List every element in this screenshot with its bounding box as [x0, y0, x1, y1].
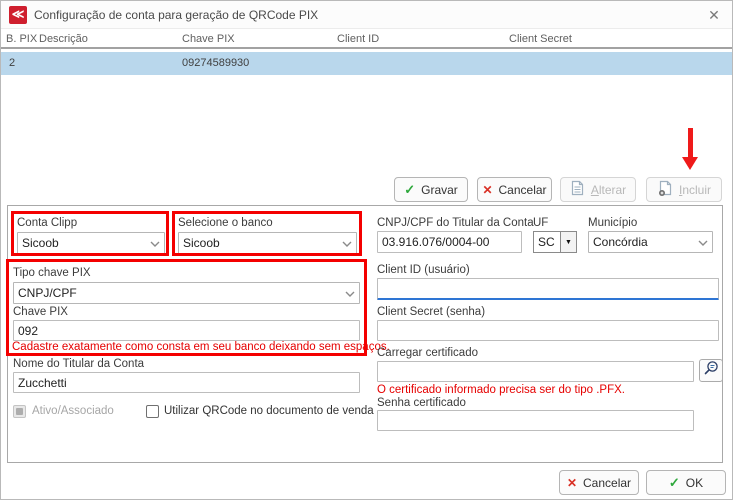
pix-config-dialog: ≪ Configuração de conta para geração de … — [0, 0, 733, 500]
client-secret-label: Client Secret (senha) — [377, 306, 485, 318]
chevron-down-icon — [698, 235, 708, 249]
cert-warning-text: O certificado informado precisa ser do t… — [377, 384, 625, 396]
uf-label: UF — [533, 217, 548, 229]
client-secret-input[interactable] — [377, 320, 719, 341]
cell-b-pix: 2 — [9, 57, 15, 69]
municipio-label: Município — [588, 217, 637, 229]
footer-cancelar-button[interactable]: ✕ Cancelar — [559, 470, 639, 495]
document-icon — [570, 180, 585, 199]
browse-certificado-button[interactable] — [699, 359, 723, 382]
document-add-icon — [657, 180, 673, 200]
ativo-checkbox — [13, 405, 26, 418]
senha-cert-label: Senha certificado — [377, 397, 466, 409]
col-client-id[interactable]: Client ID — [337, 33, 379, 45]
gravar-button[interactable]: ✓ Gravar — [394, 177, 468, 202]
col-b-pix[interactable]: B. PIX — [6, 33, 37, 45]
cell-chave-pix: 09274589930 — [182, 57, 249, 69]
incluir-button[interactable]: Incluir — [646, 177, 722, 202]
uf-combo[interactable]: SC ▼ — [533, 231, 577, 253]
chave-pix-input[interactable] — [13, 320, 360, 341]
col-chave-pix[interactable]: Chave PIX — [182, 33, 235, 45]
qrcode-venda-checkbox[interactable] — [146, 405, 159, 418]
qrcode-venda-label: Utilizar QRCode no documento de venda — [164, 405, 374, 417]
incluir-label: Incluir — [679, 183, 711, 197]
cnpj-input[interactable] — [377, 231, 522, 253]
close-icon[interactable]: ✕ — [704, 5, 724, 25]
cnpj-label: CNPJ/CPF do Titular da Conta — [377, 217, 534, 229]
alterar-label: Alterar — [591, 183, 626, 197]
ok-button[interactable]: ✓ OK — [646, 470, 726, 495]
client-id-input[interactable] — [377, 278, 719, 300]
municipio-select[interactable]: Concórdia — [588, 231, 713, 253]
chave-pix-label: Chave PIX — [13, 306, 68, 318]
nome-titular-label: Nome do Titular da Conta — [13, 358, 144, 370]
title-bar: ≪ Configuração de conta para geração de … — [1, 1, 732, 29]
tipo-chave-select[interactable]: CNPJ/CPF — [13, 282, 360, 304]
dialog-title: Configuração de conta para geração de QR… — [34, 1, 318, 29]
x-icon: ✕ — [482, 183, 492, 197]
footer-cancelar-label: Cancelar — [583, 476, 631, 490]
check-icon: ✓ — [404, 182, 415, 198]
chevron-down-icon — [150, 236, 160, 250]
certificado-label: Carregar certificado — [377, 347, 478, 359]
tipo-chave-label: Tipo chave PIX — [13, 267, 91, 279]
ok-label: OK — [686, 476, 703, 490]
cancelar-button[interactable]: ✕ Cancelar — [477, 177, 552, 202]
check-icon: ✓ — [669, 475, 680, 491]
nome-titular-input[interactable] — [13, 372, 360, 393]
grid-header: B. PIX Descrição Chave PIX Client ID Cli… — [1, 31, 732, 49]
banco-select[interactable]: Sicoob — [178, 232, 357, 254]
chevron-down-icon — [345, 286, 355, 300]
chave-warning-text: Cadastre exatamente como consta em seu b… — [12, 341, 390, 353]
magnifier-icon — [703, 360, 719, 381]
conta-clipp-select[interactable]: Sicoob — [17, 232, 165, 254]
cancelar-label: Cancelar — [499, 183, 547, 197]
client-id-label: Client ID (usuário) — [377, 264, 470, 276]
senha-cert-input[interactable] — [377, 410, 694, 431]
app-logo-icon: ≪ — [9, 6, 27, 24]
table-row-selected[interactable]: 2 09274589930 — [1, 52, 732, 75]
conta-clipp-label: Conta Clipp — [17, 217, 77, 229]
col-descricao[interactable]: Descrição — [39, 33, 88, 45]
col-client-secret[interactable]: Client Secret — [509, 33, 572, 45]
x-icon: ✕ — [567, 476, 577, 490]
gravar-label: Gravar — [421, 183, 458, 197]
alterar-button[interactable]: Alterar — [560, 177, 636, 202]
triangle-down-icon[interactable]: ▼ — [560, 232, 576, 252]
certificado-input[interactable] — [377, 361, 694, 382]
ativo-label: Ativo/Associado — [32, 405, 114, 417]
chevron-down-icon — [342, 236, 352, 250]
banco-label: Selecione o banco — [178, 217, 273, 229]
annotation-arrow-incluir — [682, 128, 698, 170]
